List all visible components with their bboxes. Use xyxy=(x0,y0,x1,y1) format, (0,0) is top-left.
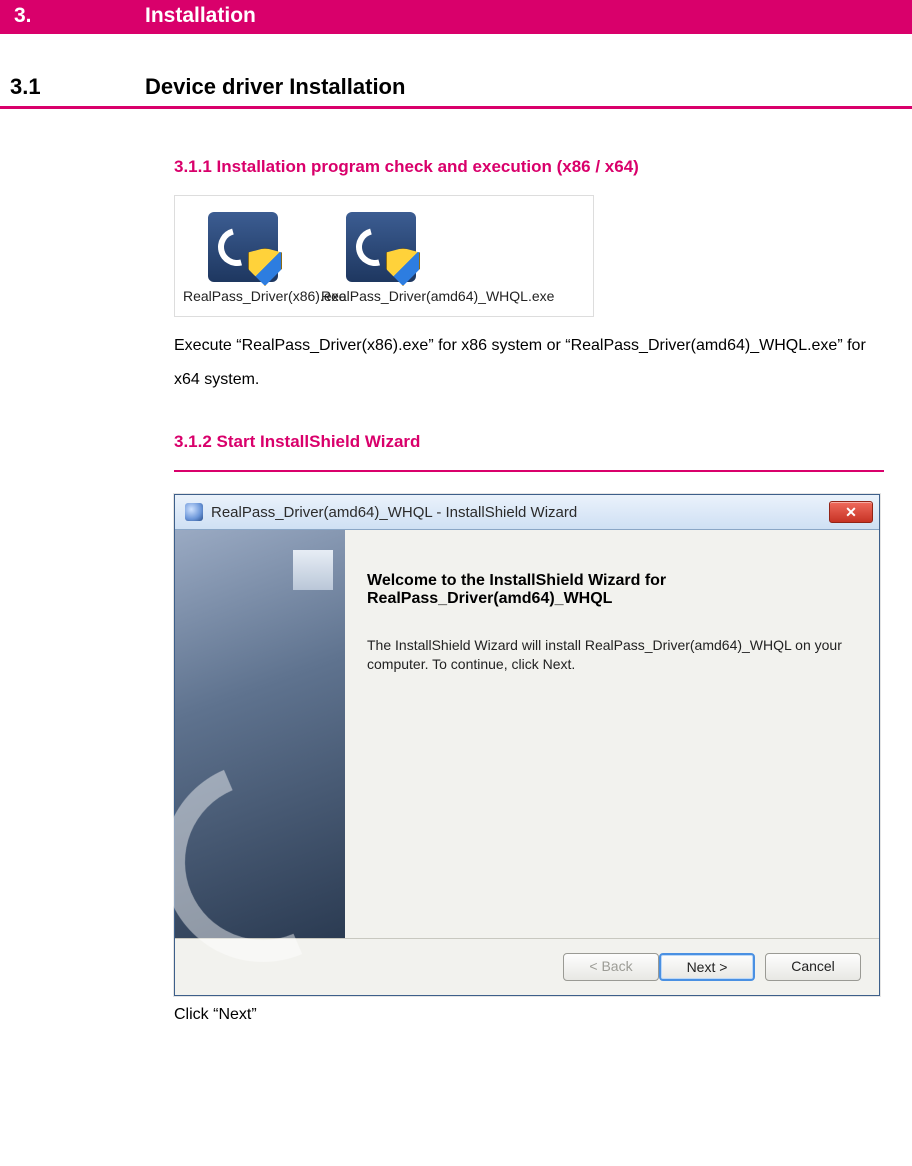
installer-x86-icon[interactable]: RealPass_Driver(x86).exe xyxy=(183,212,303,304)
step-heading-312: 3.1.2 Start InstallShield Wizard xyxy=(174,432,884,452)
app-icon xyxy=(208,212,278,282)
wizard-welcome-body: The InstallShield Wizard will install Re… xyxy=(367,636,855,674)
wizard-welcome-title: Welcome to the InstallShield Wizard for … xyxy=(367,572,855,608)
installer-amd64-icon[interactable]: RealPass_Driver(amd64)_WHQL.exe xyxy=(321,212,441,304)
installer-amd64-label: RealPass_Driver(amd64)_WHQL.exe xyxy=(321,288,441,304)
close-icon: ✕ xyxy=(845,504,857,521)
close-button[interactable]: ✕ xyxy=(829,501,873,523)
app-icon xyxy=(346,212,416,282)
wizard-sidebar-image xyxy=(175,530,345,938)
subsection-heading: 3.1 Device driver Installation xyxy=(0,34,912,109)
subsection-title: Device driver Installation xyxy=(145,74,405,100)
divider xyxy=(174,470,884,472)
step-312-caption: Click “Next” xyxy=(174,1006,884,1024)
window-titlebar: RealPass_Driver(amd64)_WHQL - InstallShi… xyxy=(175,495,879,530)
back-button: < Back xyxy=(563,953,659,981)
explorer-icons-panel: RealPass_Driver(x86).exe RealPass_Driver… xyxy=(174,195,594,317)
section-number: 3. xyxy=(10,4,145,28)
step-311-text: Execute “RealPass_Driver(x86).exe” for x… xyxy=(174,329,884,396)
window-title: RealPass_Driver(amd64)_WHQL - InstallShi… xyxy=(211,504,577,521)
installshield-window: RealPass_Driver(amd64)_WHQL - InstallShi… xyxy=(174,494,880,996)
wizard-content: Welcome to the InstallShield Wizard for … xyxy=(345,530,879,938)
section-title: Installation xyxy=(145,4,256,28)
next-button[interactable]: Next > xyxy=(659,953,755,981)
window-app-icon xyxy=(185,503,203,521)
installer-x86-label: RealPass_Driver(x86).exe xyxy=(183,288,303,304)
uac-shield-icon xyxy=(248,248,282,286)
cancel-button[interactable]: Cancel xyxy=(765,953,861,981)
step-heading-311: 3.1.1 Installation program check and exe… xyxy=(174,157,884,177)
uac-shield-icon xyxy=(386,248,420,286)
subsection-number: 3.1 xyxy=(10,74,145,100)
section-heading-1: 3. Installation xyxy=(0,0,912,34)
